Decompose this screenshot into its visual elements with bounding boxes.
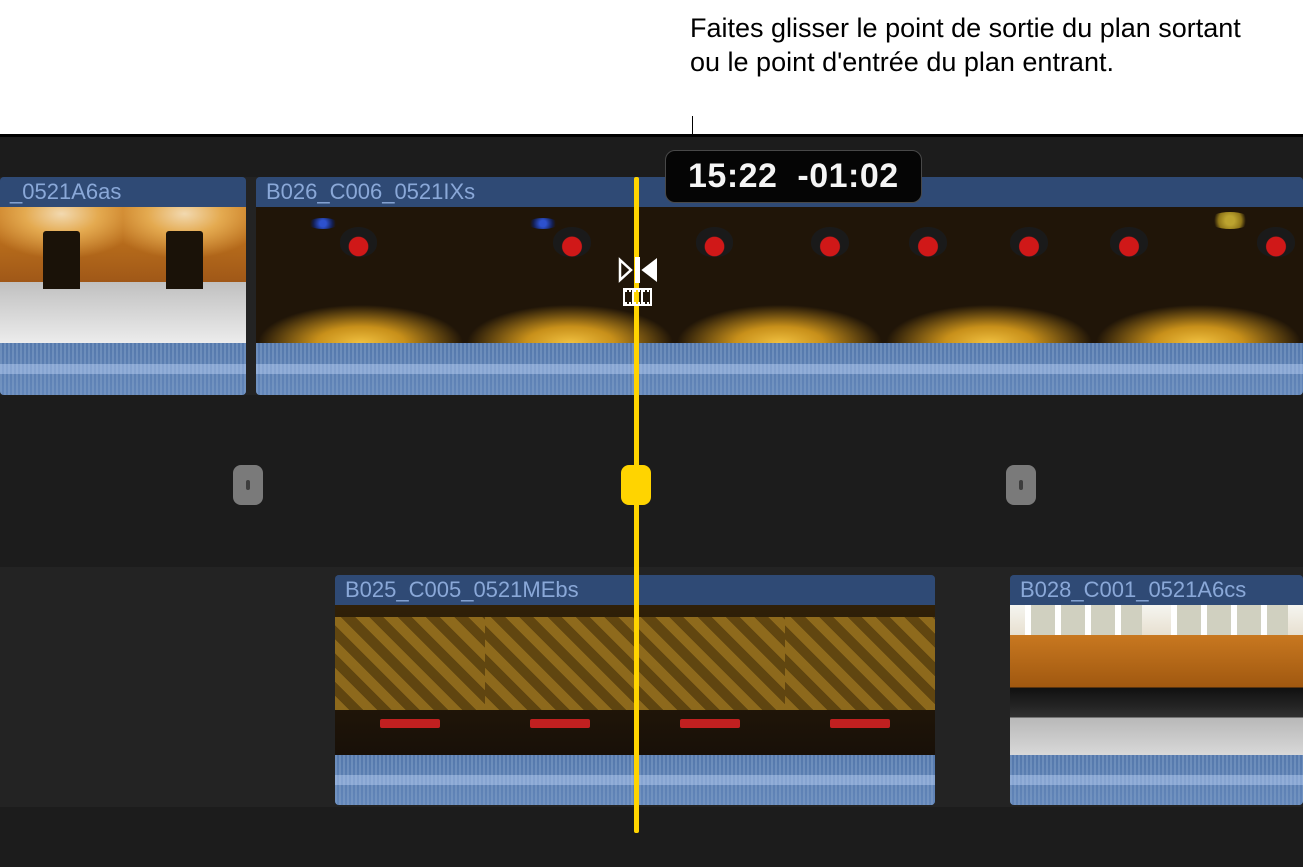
timecode-offset: -01:02 bbox=[797, 157, 898, 195]
clip-label: _0521A6as bbox=[0, 177, 246, 207]
clip-bottom-right[interactable]: B028_C001_0521A6cs bbox=[1010, 575, 1303, 805]
timecode-duration: 15:22 bbox=[688, 157, 777, 195]
edit-point-marker[interactable] bbox=[233, 465, 263, 505]
clip-top-left[interactable]: _0521A6as bbox=[0, 177, 246, 395]
playhead[interactable] bbox=[634, 177, 639, 833]
clip-thumbnails bbox=[1010, 605, 1303, 755]
annotation-text: Faites glisser le point de sortie du pla… bbox=[690, 13, 1241, 77]
clip-label: B028_C001_0521A6cs bbox=[1010, 575, 1303, 605]
annotation-callout: Faites glisser le point de sortie du pla… bbox=[690, 12, 1270, 80]
timeline-panel[interactable]: _0521A6as B026_C006_0521IXs bbox=[0, 134, 1303, 867]
clip-thumbnails bbox=[0, 207, 246, 343]
clip-audio-waveform[interactable] bbox=[0, 343, 246, 395]
clip-audio-waveform[interactable] bbox=[256, 343, 1303, 395]
timecode-overlay: 15:22 -01:02 bbox=[665, 150, 922, 203]
clip-top-right[interactable]: B026_C006_0521IXs bbox=[256, 177, 1303, 395]
clip-thumbnails bbox=[256, 207, 1303, 343]
edit-point-marker[interactable] bbox=[1006, 465, 1036, 505]
clip-audio-waveform[interactable] bbox=[1010, 755, 1303, 805]
